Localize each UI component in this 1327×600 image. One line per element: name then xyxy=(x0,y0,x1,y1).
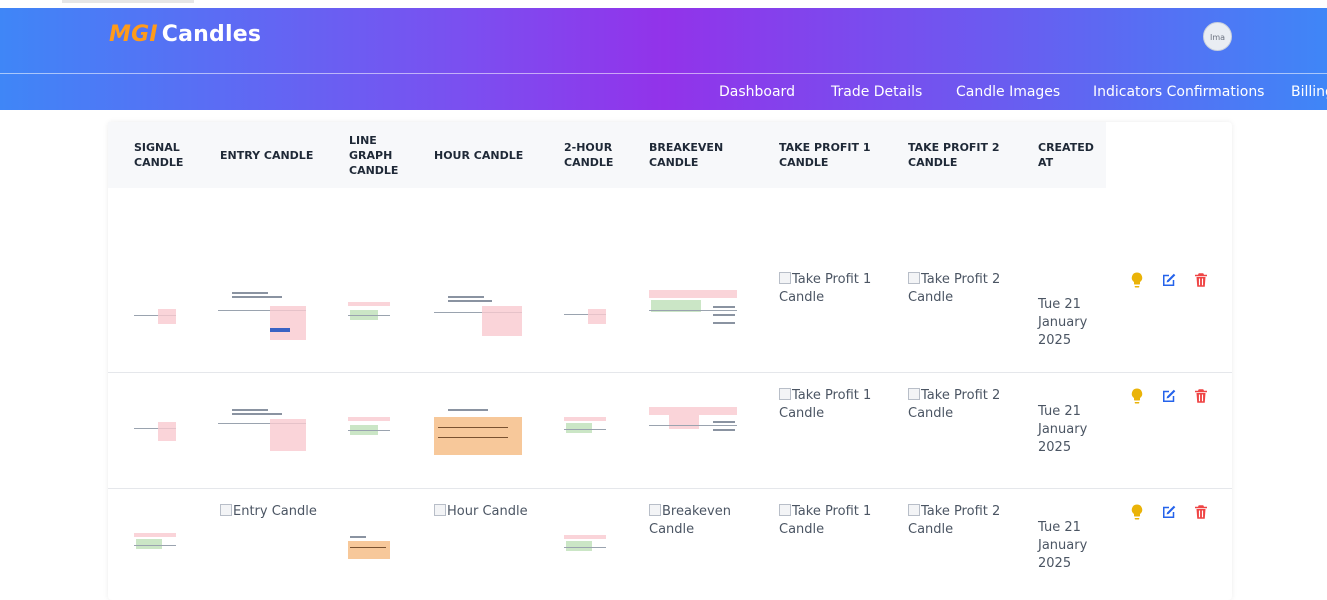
table-row: Take Profit 1 Candle Take Profit 2 Candle … xyxy=(108,188,1232,373)
entry-candle-image[interactable] xyxy=(218,290,306,340)
trash-icon[interactable] xyxy=(1192,271,1210,289)
hour-candle-image[interactable] xyxy=(434,407,522,455)
nav-dashboard[interactable]: Dashboard xyxy=(719,84,795,100)
th-signal-candle: SIGNAL CANDLE xyxy=(134,141,184,169)
breakeven-candle-image[interactable] xyxy=(649,407,737,453)
line-graph-candle-image[interactable] xyxy=(348,535,390,559)
line-graph-candle-image[interactable] xyxy=(348,417,390,441)
brand-logo[interactable]: MGI Candles xyxy=(109,22,261,47)
main-nav: Dashboard Trade Details Candle Images In… xyxy=(0,84,1327,104)
header-divider xyxy=(0,73,1327,74)
line-graph-candle-image[interactable] xyxy=(348,302,390,326)
th-take-profit-2-candle: TAKE PROFIT 2 CANDLE xyxy=(908,141,1000,169)
top-strip xyxy=(0,0,1327,8)
avatar[interactable]: Ima xyxy=(1203,22,1232,51)
hour-candle-image[interactable] xyxy=(434,294,522,336)
signal-candle-image[interactable] xyxy=(134,419,176,441)
breakeven-candle-image[interactable]: Breakeven Candle xyxy=(649,503,731,539)
trash-icon[interactable] xyxy=(1192,503,1210,521)
edit-icon[interactable] xyxy=(1160,503,1178,521)
two-hour-candle-image[interactable] xyxy=(564,306,606,326)
breakeven-candle-image[interactable] xyxy=(649,290,737,338)
brand-part-1: MGI xyxy=(109,22,158,47)
two-hour-candle-image[interactable] xyxy=(564,417,606,439)
lightbulb-icon[interactable] xyxy=(1128,271,1146,289)
take-profit-1-candle-image[interactable]: Take Profit 1 Candle xyxy=(779,271,871,307)
browser-tab-hint xyxy=(62,0,194,3)
nav-billing[interactable]: Billing xyxy=(1291,84,1327,100)
th-2-hour-candle: 2-HOUR CANDLE xyxy=(564,141,614,169)
table-header: SIGNAL CANDLE ENTRY CANDLE LINE GRAPH CANDL… xyxy=(108,122,1106,188)
created-at: Tue 21 January 2025 xyxy=(1038,404,1088,455)
signal-candle-image[interactable] xyxy=(134,533,176,555)
th-line-graph-candle: LINE GRAPH CANDLE xyxy=(349,134,399,177)
table-row: Entry Candle Hour Candle Breakeven Candle… xyxy=(108,489,1232,600)
take-profit-2-candle-image[interactable]: Take Profit 2 Candle xyxy=(908,503,1000,539)
created-at: Tue 21 January 2025 xyxy=(1038,297,1088,348)
edit-icon[interactable] xyxy=(1160,387,1178,405)
take-profit-2-candle-image[interactable]: Take Profit 2 Candle xyxy=(908,387,1000,423)
th-entry-candle: ENTRY CANDLE xyxy=(220,149,314,162)
nav-trade-details[interactable]: Trade Details xyxy=(831,84,922,100)
trash-icon[interactable] xyxy=(1192,387,1210,405)
two-hour-candle-image[interactable] xyxy=(564,535,606,557)
nav-candle-images[interactable]: Candle Images xyxy=(956,84,1060,100)
take-profit-1-candle-image[interactable]: Take Profit 1 Candle xyxy=(779,387,871,423)
candle-images-table: SIGNAL CANDLE ENTRY CANDLE LINE GRAPH CANDL… xyxy=(108,122,1232,600)
nav-indicators-confirmations[interactable]: Indicators Confirmations xyxy=(1093,84,1264,100)
take-profit-1-candle-image[interactable]: Take Profit 1 Candle xyxy=(779,503,871,539)
th-created-at: CREATED AT xyxy=(1038,141,1094,169)
created-at: Tue 21 January 2025 xyxy=(1038,520,1088,571)
app-header: MGI Candles Ima Dashboard Trade Details C… xyxy=(0,8,1327,110)
take-profit-2-candle-image[interactable]: Take Profit 2 Candle xyxy=(908,271,1000,307)
avatar-alt: Ima xyxy=(1210,33,1226,42)
entry-candle-image[interactable] xyxy=(218,407,306,451)
signal-candle-image[interactable] xyxy=(134,308,176,324)
edit-icon[interactable] xyxy=(1160,271,1178,289)
brand-part-2: Candles xyxy=(161,22,262,47)
entry-candle-image[interactable]: Entry Candle xyxy=(220,503,317,521)
lightbulb-icon[interactable] xyxy=(1128,387,1146,405)
th-take-profit-1-candle: TAKE PROFIT 1 CANDLE xyxy=(779,141,871,169)
th-breakeven-candle: BREAKEVEN CANDLE xyxy=(649,141,724,169)
th-hour-candle: HOUR CANDLE xyxy=(434,149,524,162)
lightbulb-icon[interactable] xyxy=(1128,503,1146,521)
table-row: Take Profit 1 Candle Take Profit 2 Candle … xyxy=(108,373,1232,489)
hour-candle-image[interactable]: Hour Candle xyxy=(434,503,528,521)
